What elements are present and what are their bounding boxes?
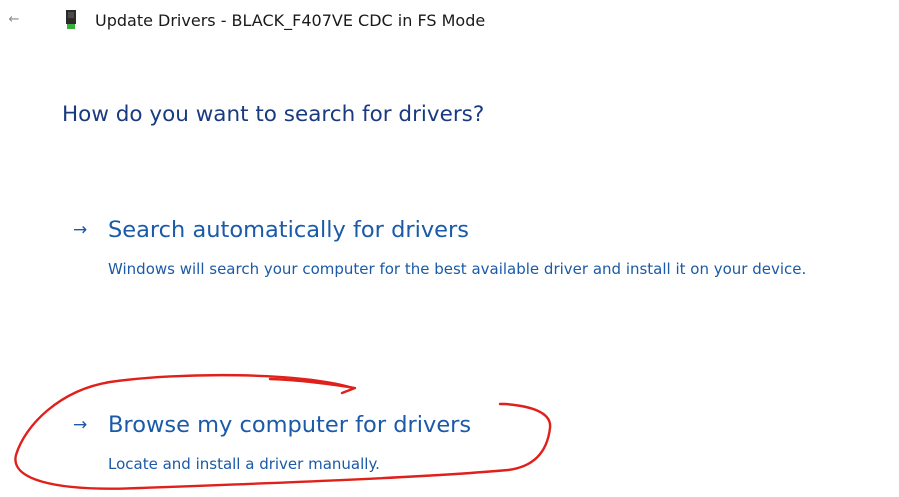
window-title: Update Drivers - BLACK_F407VE CDC in FS … (95, 11, 486, 30)
option-title[interactable]: Search automatically for drivers (108, 213, 469, 247)
arrow-right-icon: → (73, 220, 88, 240)
option-title[interactable]: Browse my computer for drivers (108, 408, 471, 442)
title-bar: ← Update Drivers - BLACK_F407VE CDC in F… (0, 0, 899, 46)
option-description: Locate and install a driver manually. (108, 455, 380, 473)
back-arrow-icon[interactable]: ← (4, 10, 24, 30)
option-description: Windows will search your computer for th… (108, 260, 807, 278)
page-heading: How do you want to search for drivers? (62, 102, 485, 127)
arrow-right-icon: → (73, 415, 88, 435)
usb-device-icon (66, 10, 76, 29)
